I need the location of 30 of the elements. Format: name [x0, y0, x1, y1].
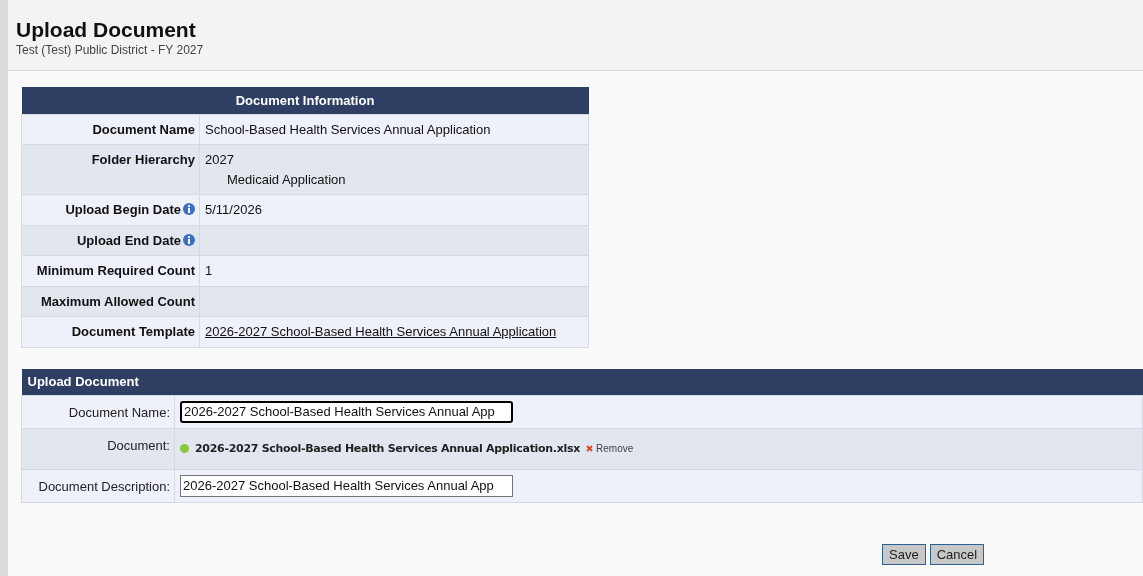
- row-label: Upload Begin Date: [21, 194, 200, 225]
- text-field[interactable]: 2026-2027 School-Based Health Services Annual App: [180, 474, 513, 497]
- form-button[interactable]: Save: [882, 543, 926, 565]
- row-label: Document Name: [21, 114, 200, 145]
- table-header: Document Information: [21, 87, 589, 114]
- info-icon[interactable]: [183, 233, 195, 246]
- folder-name: 2027: [205, 151, 235, 169]
- remove-button[interactable]: Remove: [586, 441, 634, 457]
- status-dot-icon: [180, 444, 189, 454]
- row-label: Folder Hierarchy: [21, 144, 200, 195]
- file-name: 2026-2027 School-Based Health Services Annual Application.xlsx: [195, 440, 581, 457]
- field-value: School-Based Health Services Annual Application: [205, 121, 491, 137]
- close-icon: [586, 445, 594, 453]
- field-value: 1: [205, 263, 213, 278]
- page-subtitle: Test (Test) Public District - FY 2027: [16, 42, 205, 58]
- template-link[interactable]: 2026-2027 School-Based Health Services Annual Application: [205, 324, 557, 339]
- field-label: Document:: [21, 428, 175, 470]
- folder-name: Medicaid Application: [226, 170, 347, 189]
- row-label: Upload End Date: [21, 225, 200, 256]
- field-label: Document Description:: [21, 469, 175, 502]
- field-label: Document Name:: [21, 395, 175, 428]
- field-value: 5/11/2026: [205, 202, 262, 217]
- row-label: Minimum Required Count: [21, 255, 200, 286]
- text-field[interactable]: 2026-2027 School-Based Health Services Annual App: [180, 400, 513, 423]
- row-label: Maximum Allowed Count: [21, 286, 200, 317]
- page-title: Upload Document: [16, 18, 197, 42]
- row-label: Document Template: [21, 316, 200, 347]
- info-icon[interactable]: [183, 203, 195, 215]
- section-header: Upload Document: [21, 368, 1143, 396]
- form-button[interactable]: Cancel: [929, 543, 985, 565]
